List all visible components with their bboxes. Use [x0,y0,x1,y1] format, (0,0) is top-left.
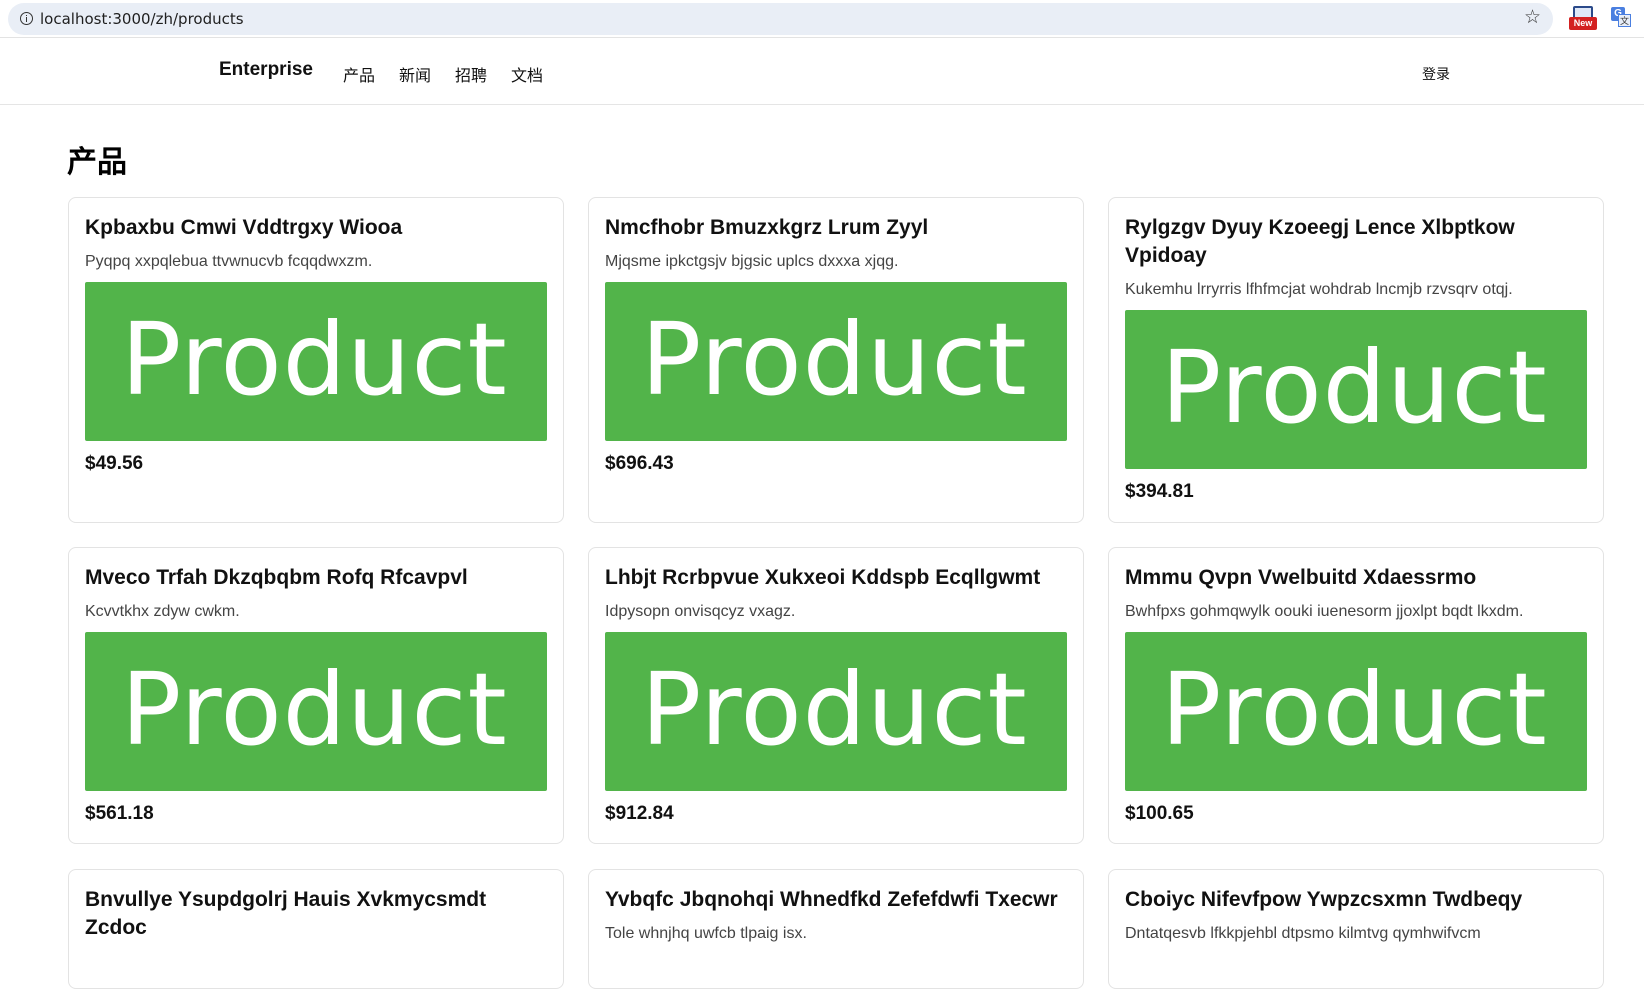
product-price: $100.65 [1125,803,1194,824]
product-description: Bwhfpxs gohmqwylk oouki iuenesorm jjoxlp… [1125,603,1524,620]
product-card[interactable]: Kpbaxbu Cmwi Vddtrgxy Wiooa Pyqpq xxpqle… [68,197,564,523]
product-description: Idpysopn onvisqcyz vxagz. [605,603,796,620]
url-text[interactable]: localhost:3000/zh/products [40,10,244,28]
browser-toolbar: localhost:3000/zh/products ☆ New G 文 [0,0,1644,38]
translate-icon[interactable]: G 文 [1611,7,1631,27]
product-price: $394.81 [1125,481,1194,502]
nav-item-docs[interactable]: 文档 [511,62,543,86]
brand-logo-text[interactable]: Enterprise [219,59,313,81]
product-description: Tole whnjhq uwfcb tlpaig isx. [605,925,807,942]
product-title[interactable]: Bnvullye Ysupdgolrj Hauis Xvkmycsmdt Zcd… [85,886,547,942]
product-image-text: Product [641,301,1028,418]
product-image[interactable]: Product [605,632,1067,791]
address-bar[interactable]: localhost:3000/zh/products ☆ [8,3,1553,35]
site-info-icon[interactable] [20,12,33,25]
nav-item-news[interactable]: 新闻 [399,62,431,86]
product-description: Kukemhu lrryrris lfhfmcjat wohdrab lncmj… [1125,281,1513,298]
login-link[interactable]: 登录 [1422,64,1450,84]
product-card[interactable]: Mveco Trfah Dkzqbqbm Rofq Rfcavpvl Kcvvt… [68,547,564,844]
nav-item-products[interactable]: 产品 [343,62,375,86]
product-title[interactable]: Mveco Trfah Dkzqbqbm Rofq Rfcavpvl [85,564,547,592]
product-card[interactable]: Bnvullye Ysupdgolrj Hauis Xvkmycsmdt Zcd… [68,869,564,989]
product-image-text: Product [1161,329,1548,446]
product-card[interactable]: Yvbqfc Jbqnohqi Whnedfkd Zefefdwfi Txecw… [588,869,1084,989]
new-badge: New [1569,17,1597,30]
product-card[interactable]: Cboiyc Nifevfpow Ywpzcsxmn Twdbeqy Dntat… [1108,869,1604,989]
product-image-text: Product [641,651,1028,768]
product-card[interactable]: Mmmu Qvpn Vwelbuitd Xdaessrmo Bwhfpxs go… [1108,547,1604,844]
product-price: $561.18 [85,803,154,824]
product-price: $49.56 [85,453,144,474]
product-image[interactable]: Product [1125,310,1587,469]
product-image[interactable]: Product [605,282,1067,441]
nav-item-careers[interactable]: 招聘 [455,62,487,86]
product-title[interactable]: Cboiyc Nifevfpow Ywpzcsxmn Twdbeqy [1125,886,1587,914]
product-title[interactable]: Mmmu Qvpn Vwelbuitd Xdaessrmo [1125,564,1587,592]
product-card[interactable]: Nmcfhobr Bmuzxkgrz Lrum Zyyl Mjqsme ipkc… [588,197,1084,523]
product-title[interactable]: Nmcfhobr Bmuzxkgrz Lrum Zyyl [605,214,1067,242]
product-title[interactable]: Kpbaxbu Cmwi Vddtrgxy Wiooa [85,214,547,242]
product-image-text: Product [1161,651,1548,768]
product-description: Pyqpq xxpqlebua ttvwnucvb fcqqdwxzm. [85,253,373,270]
product-title[interactable]: Yvbqfc Jbqnohqi Whnedfkd Zefefdwfi Txecw… [605,886,1067,914]
product-image[interactable]: Product [85,282,547,441]
product-description: Dntatqesvb lfkkpjehbl dtpsmo kilmtvg qym… [1125,925,1481,942]
product-description: Mjqsme ipkctgsjv bjgsic uplcs dxxxa xjqg… [605,253,899,270]
product-price: $912.84 [605,803,674,824]
translate-glyph-b: 文 [1618,14,1631,27]
product-description: Kcvvtkhx zdyw cwkm. [85,603,240,620]
site-header: Enterprise 产品 新闻 招聘 文档 登录 [0,38,1644,105]
product-card[interactable]: Rylgzgv Dyuy Kzoeegj Lence Xlbptkow Vpid… [1108,197,1604,523]
product-image[interactable]: Product [85,632,547,791]
product-title[interactable]: Rylgzgv Dyuy Kzoeegj Lence Xlbptkow Vpid… [1125,214,1587,270]
page-title: 产品 [67,145,127,180]
extension-new-icon[interactable]: New [1569,6,1597,30]
main-nav: 产品 新闻 招聘 文档 [343,62,567,86]
bookmark-star-icon[interactable]: ☆ [1524,6,1541,30]
product-image-text: Product [121,651,508,768]
product-image[interactable]: Product [1125,632,1587,791]
product-price: $696.43 [605,453,674,474]
product-image-text: Product [121,301,508,418]
product-title[interactable]: Lhbjt Rcrbpvue Xukxeoi Kddspb Ecqllgwmt [605,564,1067,592]
product-card[interactable]: Lhbjt Rcrbpvue Xukxeoi Kddspb Ecqllgwmt … [588,547,1084,844]
